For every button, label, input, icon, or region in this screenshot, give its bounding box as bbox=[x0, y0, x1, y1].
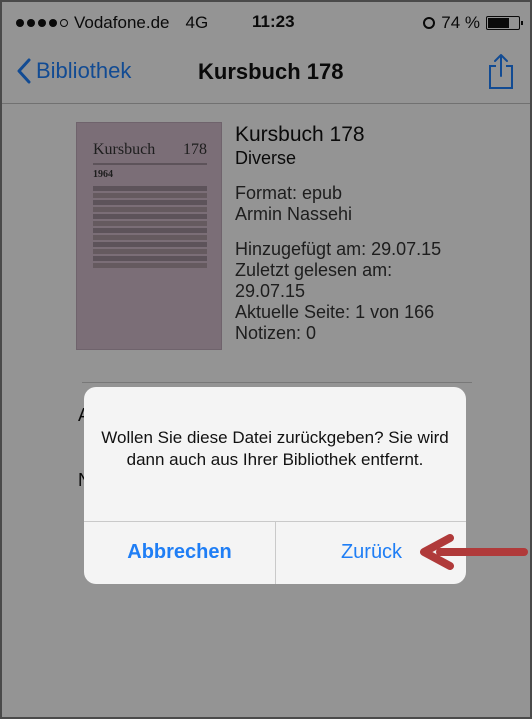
dialog-message: Wollen Sie diese Datei zurückgeben? Sie … bbox=[101, 428, 449, 469]
return-confirm-dialog: Wollen Sie diese Datei zurückgeben? Sie … bbox=[84, 387, 466, 584]
screen: Vodafone.de 4G 11:23 74 % Bibliothek Kur… bbox=[2, 2, 530, 717]
annotation-arrow-icon bbox=[420, 534, 528, 570]
cancel-button[interactable]: Abbrechen bbox=[84, 521, 275, 584]
modal-backdrop bbox=[2, 2, 530, 717]
